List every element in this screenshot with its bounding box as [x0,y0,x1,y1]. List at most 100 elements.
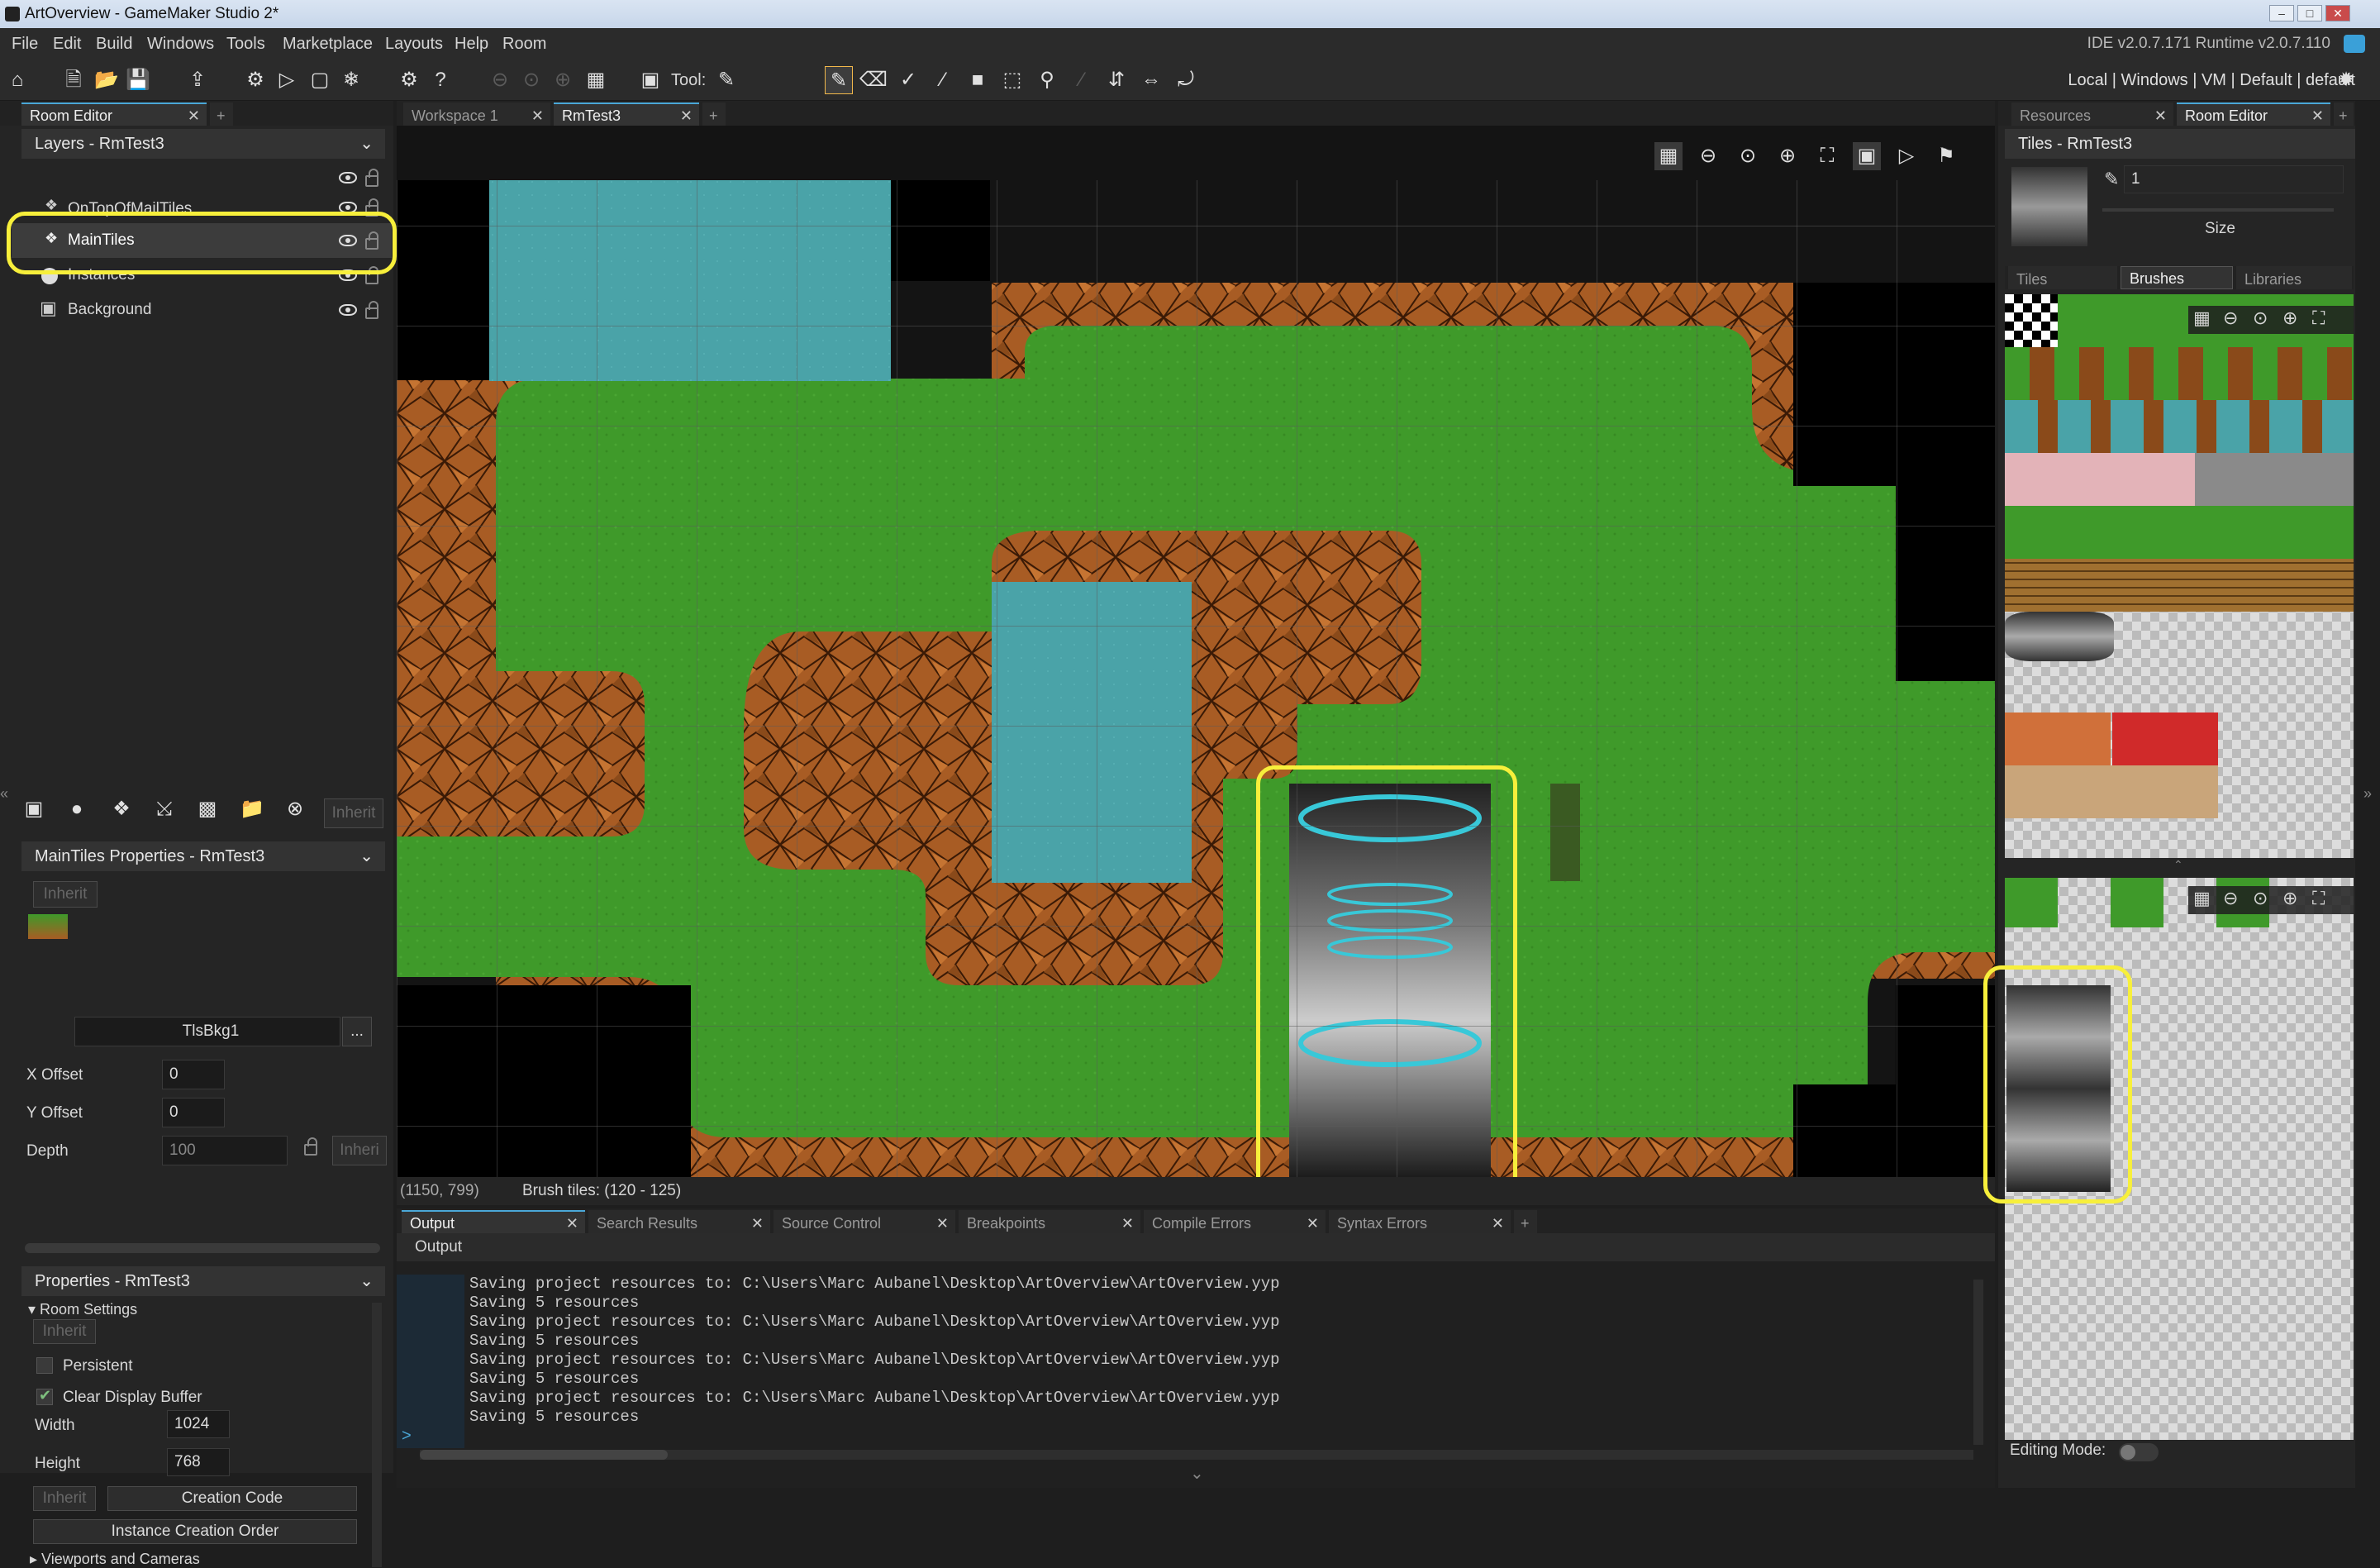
brush-size-field[interactable]: 1 [2124,165,2344,193]
tab-syntax-errors[interactable]: Syntax Errors ✕ [1329,1210,1511,1233]
inherit-properties-button[interactable]: Inherit [33,881,98,908]
minimize-button[interactable]: – [2269,5,2294,21]
save-icon[interactable]: 💾 [124,66,152,94]
zoom-out-icon[interactable]: ⊖ [486,66,514,94]
lock-icon[interactable] [365,301,378,319]
run-icon[interactable]: ▷ [273,66,301,94]
height-field[interactable]: 768 [167,1448,230,1476]
rotate-icon[interactable]: ⤾ [1172,66,1200,94]
chevron-down-icon[interactable]: ⌄ [359,841,374,871]
zoom-out-icon[interactable]: ⊖ [2223,307,2238,329]
disabled-tool-icon[interactable]: ∕ [1068,66,1096,94]
depth-inherit-button[interactable]: Inheri [332,1136,387,1165]
tileset-palette[interactable] [2005,294,2354,858]
menu-marketplace[interactable]: Marketplace [283,28,373,60]
zoom-in-icon[interactable]: ⊕ [2282,888,2297,909]
close-icon[interactable]: ✕ [566,1212,578,1235]
lock-icon[interactable] [304,1137,317,1156]
chevron-down-icon[interactable]: ⌄ [359,1266,374,1296]
tab-workspace-1[interactable]: Workspace 1 ✕ [403,102,550,126]
close-icon[interactable]: ✕ [680,104,693,127]
add-instance-layer-icon[interactable]: ● [63,795,91,823]
add-tab-button[interactable]: + [210,102,233,126]
grid-icon[interactable]: ▦ [1654,142,1683,170]
y-offset-field[interactable]: 0 [162,1098,225,1127]
size-slider[interactable] [2102,208,2334,212]
open-project-icon[interactable]: 📂 [93,66,121,94]
zoom-out-icon[interactable]: ⊖ [2223,888,2238,909]
zoom-in-icon[interactable]: ⊕ [1773,142,1802,170]
target-selector[interactable]: Local | Windows | VM | Default | default [2068,60,2355,101]
play-icon[interactable]: ▷ [1892,142,1921,170]
tab-room-editor[interactable]: Room Editor ✕ [21,102,207,126]
add-tab-button[interactable]: + [1514,1210,1537,1233]
depth-field[interactable]: 100 [162,1136,288,1165]
close-icon[interactable]: ✕ [1307,1212,1319,1235]
close-icon[interactable]: ✕ [2311,104,2324,127]
zoom-in-icon[interactable]: ⊕ [2282,307,2297,329]
creation-code-button[interactable]: Creation Code [107,1486,357,1511]
room-canvas[interactable]: ▦ ⊖ ⊙ ⊕ ⛶ ▣ ▷ ⚑ [397,126,1995,1197]
help-icon[interactable]: ? [426,66,455,94]
rectangle-tool-icon[interactable]: ■ [964,66,992,94]
maximize-button[interactable]: □ [2297,5,2322,21]
add-asset-layer-icon[interactable]: ▩ [193,795,221,823]
new-project-icon[interactable]: 🗎 [60,66,88,94]
clear-display-buffer-checkbox[interactable] [36,1387,53,1405]
output-scrollbar[interactable] [1973,1280,1983,1445]
subtab-brushes[interactable]: Brushes [2121,266,2233,289]
flip-horizontal-icon[interactable]: ⇔ [1137,66,1165,94]
room-props-scrollbar[interactable] [372,1303,382,1567]
horizontal-scrollbar[interactable] [25,1243,380,1253]
tab-rmtest3[interactable]: RmTest3 ✕ [554,102,699,126]
tab-breakpoints[interactable]: Breakpoints ✕ [959,1210,1140,1233]
tab-search-results[interactable]: Search Results ✕ [588,1210,770,1233]
menu-help[interactable]: Help [455,28,488,60]
lock-icon[interactable] [365,266,378,284]
grid-toggle-icon[interactable]: ▦ [582,66,610,94]
close-icon[interactable]: ✕ [1492,1212,1504,1235]
tileset-more-button[interactable]: ... [342,1017,372,1046]
layer-properties-header[interactable]: MainTiles Properties - RmTest3 ⌄ [21,841,385,871]
menu-room[interactable]: Room [502,28,546,60]
flip-vertical-icon[interactable]: ⇵ [1102,66,1130,94]
instance-creation-order-button[interactable]: Instance Creation Order [33,1519,357,1544]
room-settings-label[interactable]: ▾ Room Settings [28,1301,137,1318]
console-prompt[interactable]: > [402,1427,412,1446]
menu-file[interactable]: File [12,28,38,60]
room-properties-header[interactable]: Properties - RmTest3 ⌄ [21,1266,385,1296]
editing-mode-toggle[interactable] [2119,1443,2159,1461]
room-inherit-button[interactable]: Inherit [33,1319,96,1344]
menu-windows[interactable]: Windows [147,28,214,60]
pick-tool-icon[interactable]: ✓ [894,66,922,94]
eye-icon[interactable] [339,304,357,316]
flag-icon[interactable]: ⚑ [1932,142,1960,170]
fit-view-icon[interactable]: ⛶ [2312,307,2325,329]
tab-resources[interactable]: Resources ✕ [2011,102,2173,126]
zoom-out-icon[interactable]: ⊖ [1694,142,1722,170]
add-tab-button[interactable]: + [702,102,726,126]
x-offset-field[interactable]: 0 [162,1060,225,1089]
grid-icon[interactable]: ▦ [2193,307,2211,329]
layers-header[interactable]: Layers - RmTest3 ⌄ [21,129,385,159]
collapse-left-icon[interactable]: « [0,785,8,803]
persistent-checkbox[interactable] [36,1357,53,1374]
splitter-handle-icon[interactable]: ⌃ [2173,858,2183,872]
add-background-layer-icon[interactable]: ▣ [20,795,48,823]
layer-row-background[interactable]: ▣ Background [12,293,392,327]
eye-icon[interactable] [339,172,357,183]
subtab-tiles[interactable]: Tiles [2008,266,2117,289]
collapse-right-icon[interactable]: » [2363,785,2372,803]
zoom-reset-icon[interactable]: ⊙ [517,66,545,94]
output-hscrollbar[interactable] [420,1450,1973,1460]
add-folder-icon[interactable]: 📁 [238,795,266,823]
tileset-field[interactable]: TlsBkg1 [74,1017,340,1046]
clean-icon[interactable]: ❄ [337,66,365,94]
close-icon[interactable]: ✕ [2154,104,2167,127]
room-bounds-icon[interactable]: ▣ [1853,142,1881,170]
menu-layouts[interactable]: Layouts [385,28,443,60]
close-icon[interactable]: ✕ [936,1212,949,1235]
zoom-reset-icon[interactable]: ⊙ [1734,142,1762,170]
width-field[interactable]: 1024 [167,1410,230,1438]
eraser-tool-icon[interactable]: ⌫ [859,66,888,94]
